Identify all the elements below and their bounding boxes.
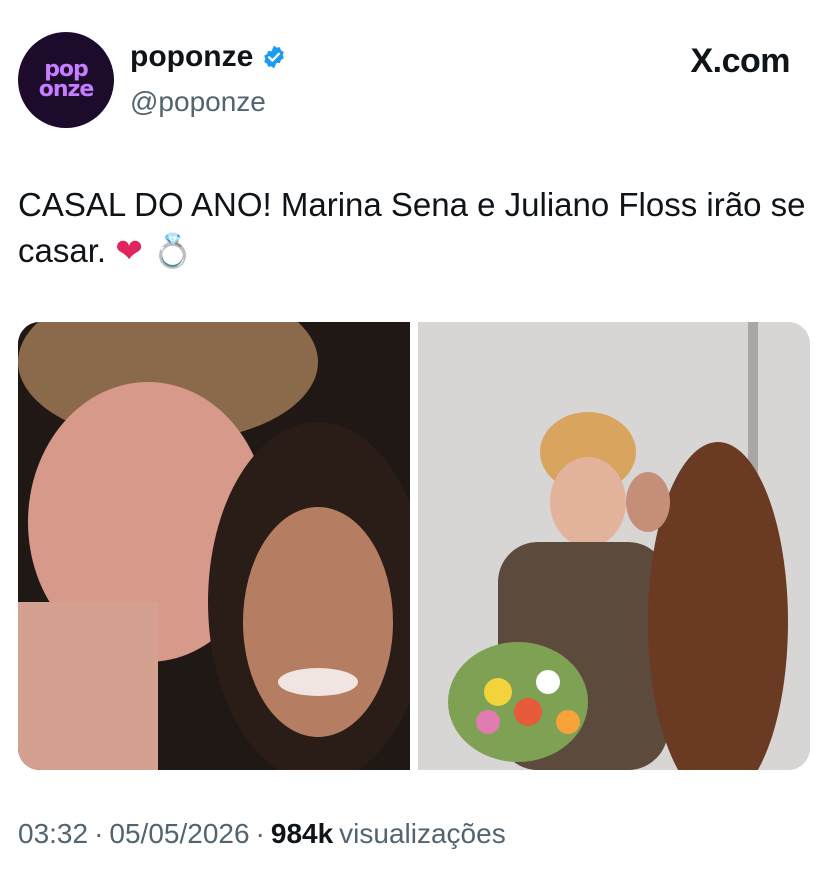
tweet-time[interactable]: 03:32 bbox=[18, 818, 88, 850]
photo-couple-selfie[interactable] bbox=[18, 322, 410, 770]
tweet-text: CASAL DO ANO! Marina Sena e Juliano Flos… bbox=[18, 182, 818, 274]
tweet-header: pop onze poponze @poponze X.com bbox=[18, 32, 810, 128]
views-label: visualizações bbox=[339, 818, 506, 849]
separator-dot: · bbox=[255, 818, 265, 849]
photo-couple-flowers[interactable] bbox=[418, 322, 810, 770]
tweet-date[interactable]: 05/05/2026 bbox=[109, 818, 249, 850]
x-logo: X.com bbox=[690, 42, 790, 80]
avatar-text-onze: onze bbox=[38, 77, 95, 102]
verified-badge-icon bbox=[264, 45, 285, 69]
ring-emoji-icon: 💍 bbox=[152, 231, 194, 270]
account-handle[interactable]: @poponze bbox=[130, 86, 266, 118]
tweet-media bbox=[18, 322, 810, 770]
photo-couple-selfie-illustration bbox=[18, 322, 410, 770]
views-count: 984k bbox=[270, 818, 334, 849]
separator-dot: · bbox=[94, 818, 104, 849]
avatar[interactable]: pop onze bbox=[18, 32, 114, 128]
photo-couple-flowers-illustration bbox=[418, 322, 810, 770]
tweet-meta: 03:32 · 05/05/2026 · 984k visualizações bbox=[18, 818, 506, 850]
account-name-row[interactable]: poponze bbox=[130, 40, 287, 74]
heart-emoji-icon: ❤ bbox=[115, 231, 143, 270]
account-name[interactable]: poponze bbox=[130, 40, 253, 74]
